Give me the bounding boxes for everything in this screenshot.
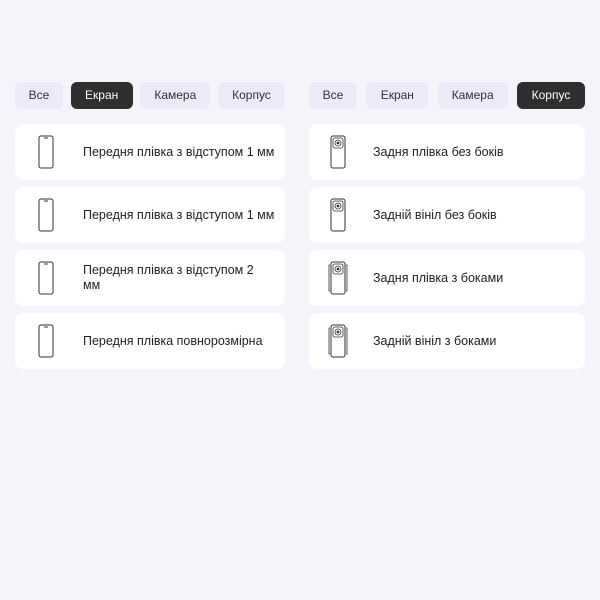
filter-tabs: Все Екран Камера Корпус	[15, 82, 285, 109]
item-label: Передня плівка повнорозмірна	[83, 333, 263, 348]
phone-back-icon	[327, 197, 349, 233]
phone-front-icon	[35, 134, 57, 170]
tab-camera[interactable]: Камера	[140, 82, 211, 109]
phone-front-icon	[35, 197, 57, 233]
tab-all[interactable]: Все	[309, 82, 357, 109]
phone-back-icon	[327, 134, 349, 170]
tab-screen[interactable]: Екран	[366, 82, 429, 109]
tab-camera[interactable]: Камера	[437, 82, 508, 109]
item-label: Задня плівка з боками	[373, 270, 504, 285]
item-label: Передня плівка з відступом 1 мм	[83, 207, 275, 222]
tab-all[interactable]: Все	[15, 82, 63, 109]
tab-body[interactable]: Корпус	[217, 82, 285, 109]
item-label: Задній вініл без боків	[373, 207, 497, 222]
filter-tabs: Все Екран Камера Корпус	[309, 82, 585, 109]
list-item[interactable]: Передня плівка з відступом 1 мм	[15, 187, 285, 243]
item-label: Передня плівка з відступом 2 мм	[83, 263, 254, 292]
list-item[interactable]: Задній вініл з боками	[309, 313, 585, 369]
list-item[interactable]: Задній вініл без боків	[309, 187, 585, 243]
list-item[interactable]: Передня плівка повнорозмірна	[15, 313, 285, 369]
phone-back-sides-icon	[327, 323, 349, 359]
list-item[interactable]: Задня плівка без боків	[309, 124, 585, 180]
film-list: Задня плівка без боків Задній вініл без …	[309, 124, 585, 376]
tab-body[interactable]: Корпус	[516, 82, 585, 109]
list-item[interactable]: Задня плівка з боками	[309, 250, 585, 306]
phone-back-sides-icon	[327, 260, 349, 296]
list-item[interactable]: Передня плівка з відступом 2 мм	[15, 250, 285, 306]
item-label: Задній вініл з боками	[373, 333, 497, 348]
list-item[interactable]: Передня плівка з відступом 1 мм	[15, 124, 285, 180]
tab-screen[interactable]: Екран	[70, 82, 133, 109]
phone-front-icon	[35, 260, 57, 296]
screen-film-panel: Все Екран Камера Корпус Передня плівка з…	[15, 82, 285, 376]
phone-front-icon	[35, 323, 57, 359]
body-film-panel: Все Екран Камера Корпус Задня плівка без…	[309, 82, 585, 376]
item-label: Передня плівка з відступом 1 мм	[83, 144, 275, 159]
item-label: Задня плівка без боків	[373, 144, 504, 159]
film-list: Передня плівка з відступом 1 мм Передня …	[15, 124, 285, 376]
